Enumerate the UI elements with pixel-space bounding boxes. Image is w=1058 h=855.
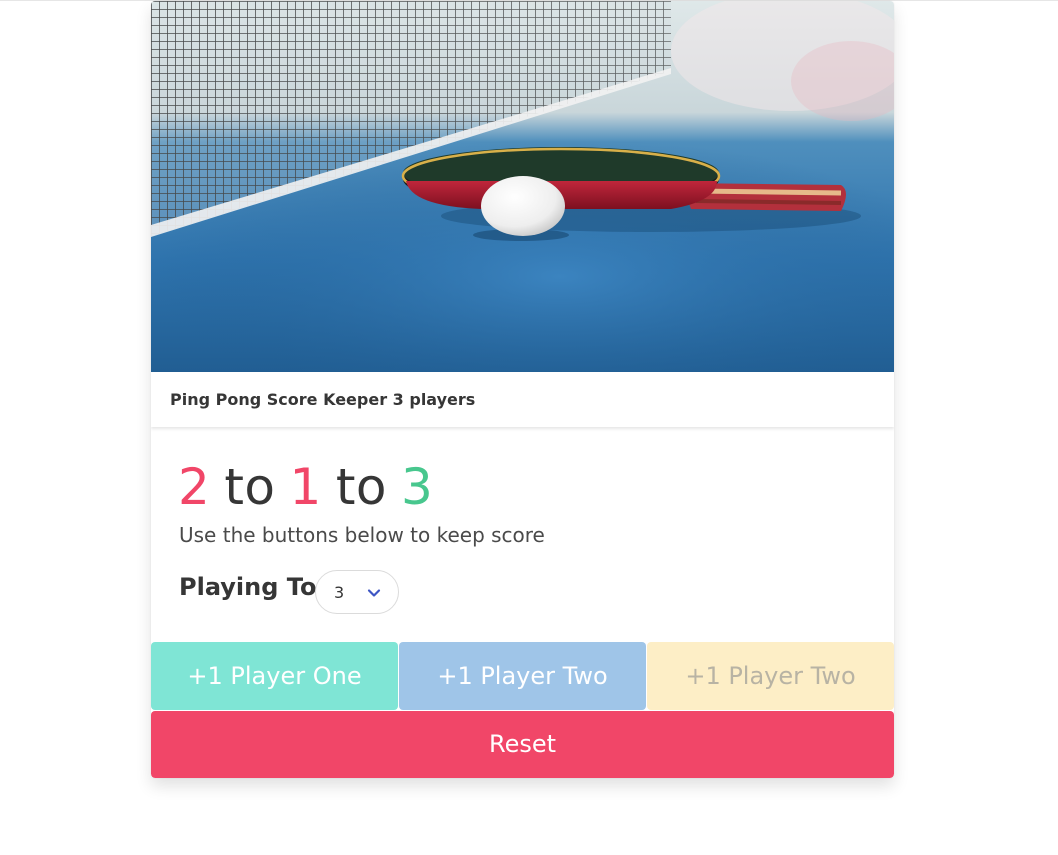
player-three-plus-button[interactable]: +1 Player Two (647, 642, 894, 710)
score-keeper-card: Ping Pong Score Keeper 3 players 2 to 1 to 3… (151, 1, 894, 778)
player-two-score: 1 (289, 458, 322, 516)
score-buttons: +1 Player One +1 Player Two +1 Player Tw… (151, 642, 894, 710)
playing-to-value: 3 (334, 583, 345, 602)
player-one-plus-button[interactable]: +1 Player One (151, 642, 398, 710)
card-content: 2 to 1 to 3 Use the buttons below to keep sc… (151, 427, 894, 642)
playing-to-select[interactable]: 3 (315, 570, 399, 614)
score-separator: to (335, 458, 388, 516)
ping-pong-photo (151, 1, 894, 372)
score-subtitle: Use the buttons below to keep score (179, 523, 545, 547)
reset-button[interactable]: Reset (151, 711, 894, 778)
chevron-down-icon (367, 589, 381, 597)
player-three-score: 3 (401, 458, 434, 516)
playing-to-label: Playing To (179, 573, 317, 601)
card-header-title: Ping Pong Score Keeper 3 players (170, 390, 476, 409)
player-two-plus-button[interactable]: +1 Player Two (399, 642, 646, 710)
score-display: 2 to 1 to 3 (178, 455, 433, 519)
player-one-score: 2 (178, 458, 211, 516)
card-header: Ping Pong Score Keeper 3 players (151, 372, 894, 427)
score-separator: to (224, 458, 276, 516)
